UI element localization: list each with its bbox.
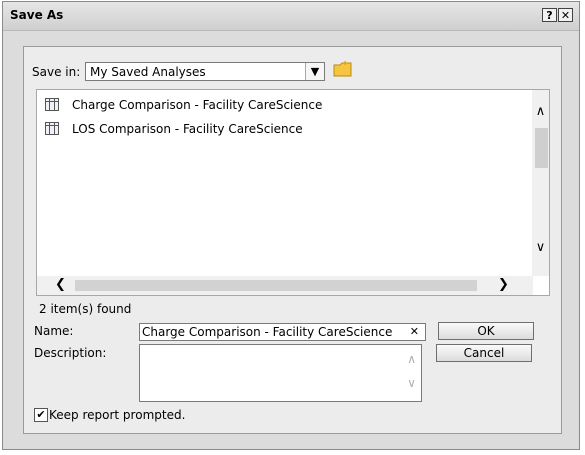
save-in-dropdown[interactable]: My Saved Analyses ▼ xyxy=(85,62,325,81)
save-in-value: My Saved Analyses xyxy=(90,65,206,79)
cancel-button[interactable]: Cancel xyxy=(436,344,532,362)
name-label: Name: xyxy=(34,324,74,338)
keep-prompted-checkbox[interactable]: ✔ xyxy=(34,408,48,422)
description-field[interactable]: ∧ ∨ xyxy=(139,344,422,402)
file-list[interactable]: Charge Comparison - Facility CareScience… xyxy=(36,89,550,296)
save-in-label: Save in: xyxy=(32,65,81,79)
horizontal-scrollbar[interactable]: ❮ ❯ xyxy=(37,276,533,295)
file-name: Charge Comparison - Facility CareScience xyxy=(72,98,323,112)
scroll-left-icon[interactable]: ❮ xyxy=(55,277,66,292)
help-button[interactable]: ? xyxy=(542,8,557,22)
keep-prompted-label: Keep report prompted. xyxy=(49,408,186,422)
dialog-title: Save As xyxy=(10,8,64,22)
clear-icon[interactable]: ✕ xyxy=(410,325,419,338)
scrollbar-thumb[interactable] xyxy=(535,128,548,168)
vertical-scrollbar[interactable]: ∧ ∨ xyxy=(532,90,549,276)
file-name: LOS Comparison - Facility CareScience xyxy=(72,122,303,136)
name-field[interactable]: Charge Comparison - Facility CareScience… xyxy=(139,323,426,341)
ok-button[interactable]: OK xyxy=(438,322,534,340)
save-as-dialog: Save As ? ✕ Save in: My Saved Analyses ▼… xyxy=(2,1,580,450)
folder-icon[interactable] xyxy=(333,60,353,78)
report-grid-icon xyxy=(45,122,59,135)
report-grid-icon xyxy=(45,98,59,111)
item-count: 2 item(s) found xyxy=(39,302,132,316)
name-value: Charge Comparison - Facility CareScience xyxy=(142,325,393,339)
scroll-down-icon[interactable]: ∨ xyxy=(532,240,549,256)
scroll-right-icon[interactable]: ❯ xyxy=(498,277,509,292)
close-button[interactable]: ✕ xyxy=(558,8,573,22)
scroll-up-icon[interactable]: ∧ xyxy=(532,104,549,120)
description-label: Description: xyxy=(34,346,107,360)
scroll-up-icon[interactable]: ∧ xyxy=(407,352,416,366)
scroll-down-icon[interactable]: ∨ xyxy=(407,376,416,390)
chevron-down-icon[interactable]: ▼ xyxy=(305,63,324,80)
dialog-body: Save in: My Saved Analyses ▼ Charge Comp… xyxy=(23,46,562,434)
title-bar[interactable]: Save As ? ✕ xyxy=(3,2,579,31)
scrollbar-thumb[interactable] xyxy=(75,280,477,291)
